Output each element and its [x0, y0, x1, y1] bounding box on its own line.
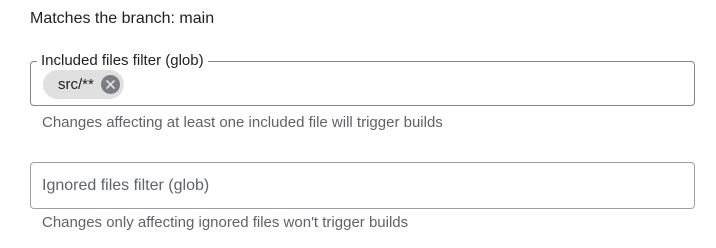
included-files-filter-field[interactable]: Included files filter (glob) src/**: [30, 52, 695, 106]
glob-chip-label: src/**: [58, 75, 94, 93]
included-files-filter-label: Included files filter (glob): [37, 52, 208, 70]
cancel-circle-icon[interactable]: [100, 75, 120, 94]
ignored-files-filter-field[interactable]: Ignored files filter (glob): [30, 162, 695, 209]
included-files-filter-hint: Changes affecting at least one included …: [42, 114, 443, 131]
ignored-files-filter-hint: Changes only affecting ignored files won…: [42, 214, 409, 231]
glob-chip[interactable]: src/**: [43, 70, 124, 99]
branch-match-text: Matches the branch: main: [30, 10, 215, 27]
ignored-files-filter-placeholder: Ignored files filter (glob): [42, 177, 210, 194]
